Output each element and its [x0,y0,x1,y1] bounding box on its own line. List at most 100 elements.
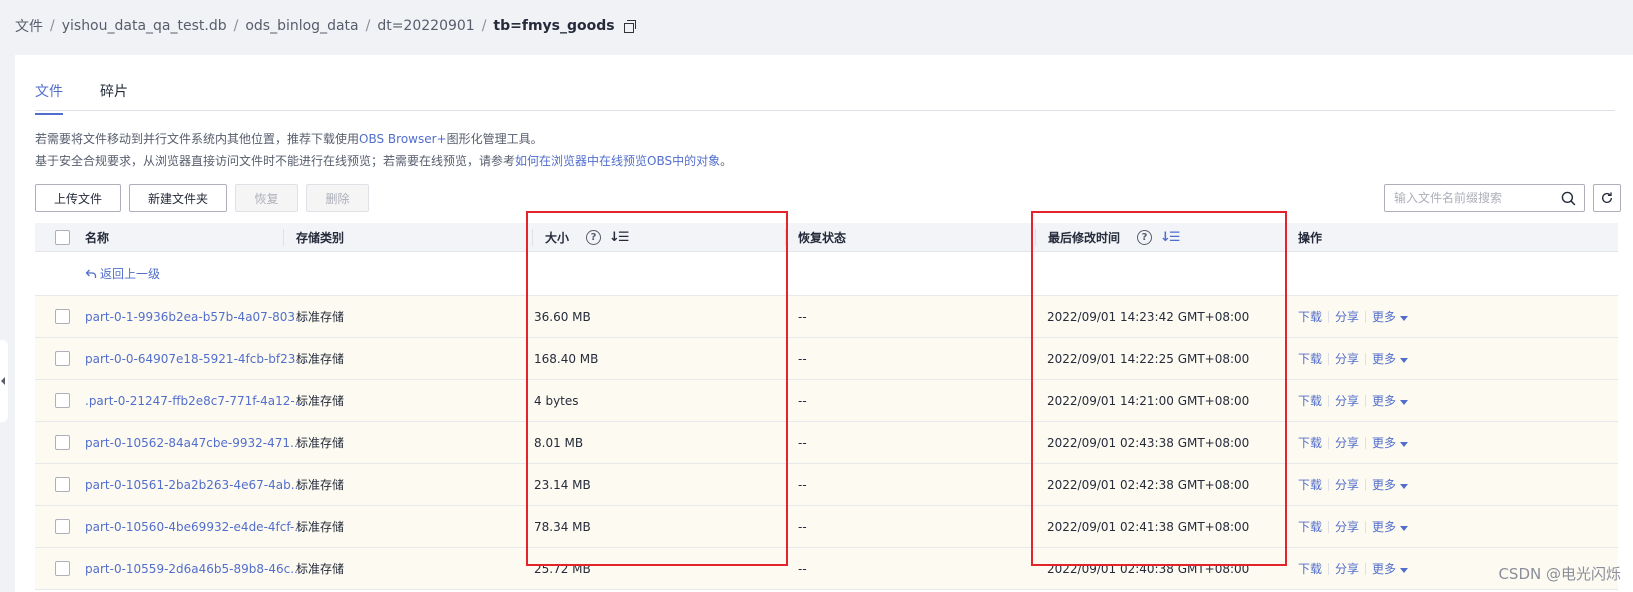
share-link[interactable]: 分享 [1335,350,1359,367]
breadcrumb-current: tb=fmys_goods [493,18,615,34]
more-label: 更多 [1372,562,1397,576]
search-box [1384,184,1585,212]
breadcrumb-item-partition[interactable]: dt=20220901 [377,18,474,34]
notice-text: 图形化管理工具。 [446,132,543,146]
file-size: 36.60 MB [534,309,591,324]
row-checkbox[interactable] [55,561,70,576]
download-link[interactable]: 下载 [1298,476,1322,493]
more-label: 更多 [1372,310,1397,324]
new-folder-button[interactable]: 新建文件夹 [129,184,227,212]
storage-class: 标准存储 [296,562,345,576]
download-link[interactable]: 下载 [1298,392,1322,409]
more-label: 更多 [1372,352,1397,366]
file-name-link[interactable]: .part-0-21247-ffb2e8c7-771f-4a12-... [85,394,306,408]
watermark: CSDN @电光闪烁 [1498,565,1621,583]
refresh-button[interactable] [1593,184,1621,212]
storage-class: 标准存储 [296,394,345,408]
search-input[interactable] [1394,185,1559,211]
storage-class: 标准存储 [296,520,345,534]
storage-class: 标准存储 [296,352,345,366]
caret-down-icon [1400,316,1409,321]
more-dropdown[interactable]: 更多 [1372,434,1409,451]
tab-files[interactable]: 文件 [35,81,63,115]
more-label: 更多 [1372,520,1397,534]
restore-button[interactable]: 恢复 [235,184,298,212]
more-dropdown[interactable]: 更多 [1372,476,1409,493]
table-header-row: 名称 存储类别 大小 ? ↓☰ 恢复状态 最后修改时间 ? ↓☰ 操作 [35,223,1618,252]
file-name-link[interactable]: part-0-10562-84a47cbe-9932-471... [85,436,301,450]
share-link[interactable]: 分享 [1335,392,1359,409]
sidebar-collapse-handle[interactable] [0,340,8,422]
table-row: part-0-10561-2ba2b263-4e67-4ab... 标准存储 2… [35,464,1618,506]
refresh-icon [1601,192,1613,203]
action-divider [1365,352,1367,365]
delete-button[interactable]: 删除 [306,184,369,212]
download-link[interactable]: 下载 [1298,350,1322,367]
action-divider [1365,562,1367,575]
row-checkbox[interactable] [55,393,70,408]
select-all-checkbox[interactable] [55,230,70,245]
storage-class: 标准存储 [296,436,345,450]
file-name-link[interactable]: part-0-1-9936b2ea-b57b-4a07-803... [85,310,307,324]
more-label: 更多 [1372,478,1397,492]
row-checkbox[interactable] [55,519,70,534]
row-checkbox[interactable] [55,351,70,366]
row-checkbox[interactable] [55,435,70,450]
share-link[interactable]: 分享 [1335,560,1359,577]
breadcrumb-item-db[interactable]: yishou_data_qa_test.db [62,18,227,34]
help-icon[interactable]: ? [586,230,602,245]
download-link[interactable]: 下载 [1298,308,1322,325]
tab-fragments[interactable]: 碎片 [100,81,128,109]
preview-guide-link[interactable]: 如何在浏览器中在线预览OBS中的对象 [515,154,720,168]
more-dropdown[interactable]: 更多 [1372,308,1409,325]
breadcrumb-item-table[interactable]: ods_binlog_data [245,18,358,34]
action-divider [1365,310,1367,323]
file-name-link[interactable]: part-0-10560-4be69932-e4de-4fcf-... [85,520,306,534]
breadcrumb-item-files[interactable]: 文件 [15,16,43,36]
more-dropdown[interactable]: 更多 [1372,518,1409,535]
row-checkbox[interactable] [55,477,70,492]
table-row: part-0-10560-4be69932-e4de-4fcf-... 标准存储… [35,506,1618,548]
share-link[interactable]: 分享 [1335,308,1359,325]
download-link[interactable]: 下载 [1298,518,1322,535]
file-table: 名称 存储类别 大小 ? ↓☰ 恢复状态 最后修改时间 ? ↓☰ 操作 返回上一… [35,223,1618,590]
breadcrumb-separator: / [481,18,487,34]
notice-text: 若需要将文件移动到并行文件系统内其他位置，推荐下载使用 [35,132,360,146]
header-modified-cell: 最后修改时间 ? ↓☰ [1035,229,1181,246]
header-modified: 最后修改时间 [1048,231,1121,245]
modified-time: 2022/09/01 14:21:00 GMT+08:00 [1047,393,1250,408]
more-dropdown[interactable]: 更多 [1372,560,1409,577]
download-link[interactable]: 下载 [1298,434,1322,451]
action-divider [1365,394,1367,407]
file-name-link[interactable]: part-0-10559-2d6a46b5-89b8-46c... [85,562,302,576]
file-size: 4 bytes [534,393,579,408]
file-name-link[interactable]: part-0-0-64907e18-5921-4fcb-bf23... [85,352,307,366]
file-panel: 文件 碎片 若需要将文件移动到并行文件系统内其他位置，推荐下载使用OBS Bro… [15,55,1633,592]
breadcrumb-separator: / [233,18,239,34]
action-divider [1328,436,1330,449]
help-icon[interactable]: ? [1137,230,1153,245]
row-checkbox[interactable] [55,309,70,324]
more-dropdown[interactable]: 更多 [1372,350,1409,367]
notice-text: 。 [720,154,733,168]
header-size-cell: 大小 ? ↓☰ [532,229,630,246]
search-icon[interactable] [1561,191,1576,206]
sort-desc-icon[interactable]: ↓☰ [1160,230,1180,245]
caret-down-icon [1400,526,1409,531]
obs-browser-link[interactable]: OBS Browser+ [359,132,447,146]
share-link[interactable]: 分享 [1335,518,1359,535]
action-divider [1328,562,1330,575]
more-dropdown[interactable]: 更多 [1372,392,1409,409]
copy-icon[interactable] [623,20,636,33]
modified-time: 2022/09/01 14:22:25 GMT+08:00 [1047,351,1250,366]
download-link[interactable]: 下载 [1298,560,1322,577]
back-to-parent-link[interactable]: 返回上一级 [85,265,160,282]
share-link[interactable]: 分享 [1335,476,1359,493]
action-divider [1328,394,1330,407]
upload-file-button[interactable]: 上传文件 [35,184,121,212]
sort-icon[interactable]: ↓☰ [609,230,629,245]
back-label: 返回上一级 [100,267,161,281]
share-link[interactable]: 分享 [1335,434,1359,451]
file-name-link[interactable]: part-0-10561-2ba2b263-4e67-4ab... [85,478,302,492]
caret-down-icon [1400,358,1409,363]
